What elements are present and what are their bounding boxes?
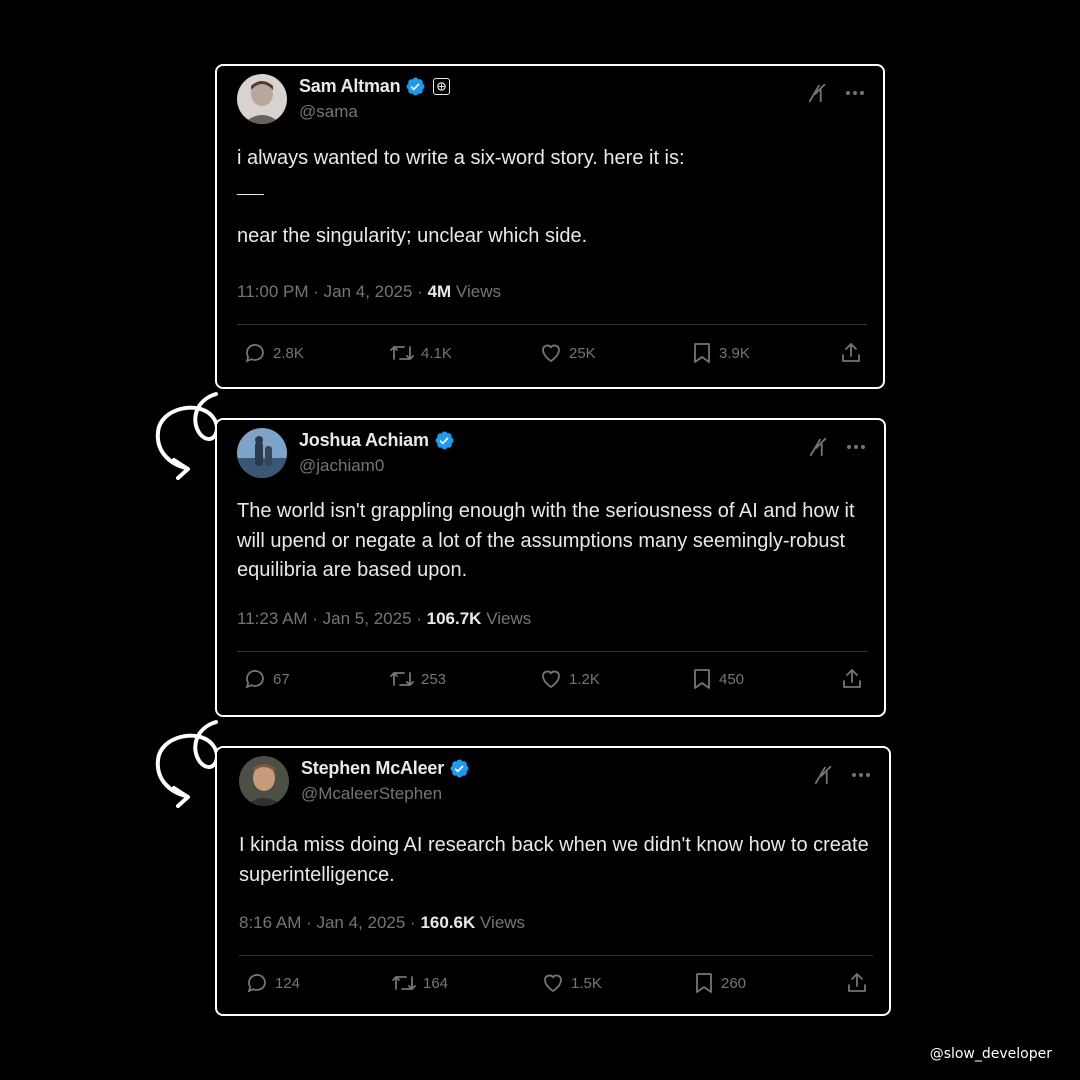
verified-badge-icon — [435, 431, 454, 450]
author-name[interactable]: Sam Altman — [299, 76, 401, 97]
views-count: 106.7K — [426, 609, 482, 628]
reply-count: 2.8K — [273, 344, 304, 362]
tweet-text: i always wanted to write a six-word stor… — [237, 144, 863, 251]
verified-badge-icon — [406, 77, 425, 96]
like-count: 1.2K — [569, 670, 600, 688]
bookmark-icon — [696, 973, 712, 993]
views-count: 4M — [427, 282, 452, 301]
timestamp[interactable]: 11:00 PM · Jan 4, 2025 · — [237, 282, 428, 301]
reply-count: 124 — [275, 974, 301, 992]
like-button[interactable]: 1.5K — [541, 971, 602, 995]
reply-icon — [247, 974, 266, 993]
grok-icon[interactable] — [808, 436, 830, 458]
like-count: 25K — [569, 344, 596, 362]
repost-count: 4.1K — [421, 344, 452, 362]
repost-button[interactable]: 253 — [389, 667, 446, 691]
curl-arrow-icon — [155, 720, 219, 808]
action-bar: 124 164 1.5K 260 — [245, 971, 869, 1001]
like-icon — [542, 670, 560, 689]
grok-icon — [433, 78, 451, 95]
tweet-header: Sam Altman @sama — [237, 74, 867, 130]
share-button[interactable] — [839, 341, 863, 365]
tweet-meta: 8:16 AM · Jan 4, 2025 · 160.6K Views — [239, 913, 525, 933]
action-bar: 2.8K 4.1K 25K 3.9K — [243, 341, 863, 371]
tweet-card[interactable]: Sam Altman @sama i always wanted to writ… — [215, 64, 885, 389]
bookmark-button[interactable]: 260 — [693, 971, 746, 995]
bookmark-button[interactable]: 3.9K — [691, 341, 750, 365]
avatar[interactable] — [237, 74, 287, 124]
views-label: Views — [481, 609, 532, 628]
watermark: @slow_developer — [929, 1046, 1052, 1062]
views-label: Views — [475, 913, 526, 932]
author-handle[interactable]: @jachiam0 — [299, 456, 384, 476]
author-handle[interactable]: @McaleerStephen — [301, 784, 442, 804]
like-icon — [542, 344, 560, 363]
author-handle[interactable]: @sama — [299, 102, 358, 122]
tweet-meta: 11:23 AM · Jan 5, 2025 · 106.7K Views — [237, 609, 531, 629]
like-icon — [544, 974, 562, 993]
reply-button[interactable]: 2.8K — [243, 341, 304, 365]
tweet-text-paragraph: The world isn't grappling enough with th… — [237, 500, 861, 581]
bookmark-icon — [694, 669, 710, 689]
share-icon — [848, 973, 866, 992]
tweet-text-paragraph: I kinda miss doing AI research back when… — [239, 834, 875, 886]
tweet-text-line: i always wanted to write a six-word stor… — [237, 147, 685, 169]
avatar[interactable] — [239, 756, 289, 806]
reply-count: 67 — [273, 670, 290, 688]
more-icon[interactable] — [845, 90, 865, 96]
repost-icon — [392, 976, 416, 990]
verified-badge-icon — [450, 759, 469, 778]
thread-screenshot: Sam Altman @sama i always wanted to writ… — [0, 0, 1080, 1080]
tweet-text-line: ___ — [237, 178, 264, 196]
author-name[interactable]: Stephen McAleer — [301, 758, 444, 779]
reply-button[interactable]: 124 — [245, 971, 300, 995]
divider — [239, 955, 873, 956]
repost-count: 164 — [423, 974, 449, 992]
share-button[interactable] — [840, 667, 864, 691]
timestamp[interactable]: 8:16 AM · Jan 4, 2025 · — [239, 913, 420, 932]
repost-icon — [390, 672, 414, 686]
like-count: 1.5K — [571, 974, 602, 992]
grok-icon[interactable] — [813, 764, 835, 786]
timestamp[interactable]: 11:23 AM · Jan 5, 2025 · — [237, 609, 427, 628]
curl-arrow-icon — [155, 392, 219, 480]
share-icon — [843, 669, 861, 688]
like-button[interactable]: 25K — [539, 341, 596, 365]
bookmark-count: 260 — [721, 974, 747, 992]
repost-icon — [390, 346, 414, 360]
author-name[interactable]: Joshua Achiam — [299, 430, 429, 451]
tweet-header: Joshua Achiam @jachiam0 — [237, 428, 868, 484]
divider — [237, 324, 867, 325]
repost-button[interactable]: 164 — [391, 971, 448, 995]
grok-icon[interactable] — [807, 82, 829, 104]
tweet-card[interactable]: Stephen McAleer @McaleerStephen I kinda … — [215, 746, 891, 1016]
views-count: 160.6K — [420, 913, 476, 932]
tweet-card[interactable]: Joshua Achiam @jachiam0 The world isn't … — [215, 418, 886, 717]
share-button[interactable] — [845, 971, 869, 995]
bookmark-count: 450 — [719, 670, 745, 688]
tweet-meta: 11:00 PM · Jan 4, 2025 · 4M Views — [237, 282, 501, 302]
more-icon[interactable] — [846, 444, 866, 450]
tweet-text: I kinda miss doing AI research back when… — [239, 831, 869, 890]
views-label: Views — [451, 282, 501, 301]
tweet-text-line: near the singularity; unclear which side… — [237, 224, 588, 247]
repost-button[interactable]: 4.1K — [389, 341, 452, 365]
more-icon[interactable] — [851, 772, 871, 778]
bookmark-button[interactable]: 450 — [691, 667, 744, 691]
action-bar: 67 253 1.2K 450 — [243, 667, 864, 697]
reply-icon — [245, 344, 264, 363]
like-button[interactable]: 1.2K — [539, 667, 600, 691]
divider — [237, 651, 868, 652]
repost-count: 253 — [421, 670, 447, 688]
tweet-text: The world isn't grappling enough with th… — [237, 497, 864, 586]
reply-icon — [245, 670, 264, 689]
bookmark-count: 3.9K — [719, 344, 750, 362]
avatar[interactable] — [237, 428, 287, 478]
bookmark-icon — [694, 343, 710, 363]
tweet-header: Stephen McAleer @McaleerStephen — [239, 756, 873, 812]
share-icon — [842, 343, 860, 362]
reply-button[interactable]: 67 — [243, 667, 290, 691]
